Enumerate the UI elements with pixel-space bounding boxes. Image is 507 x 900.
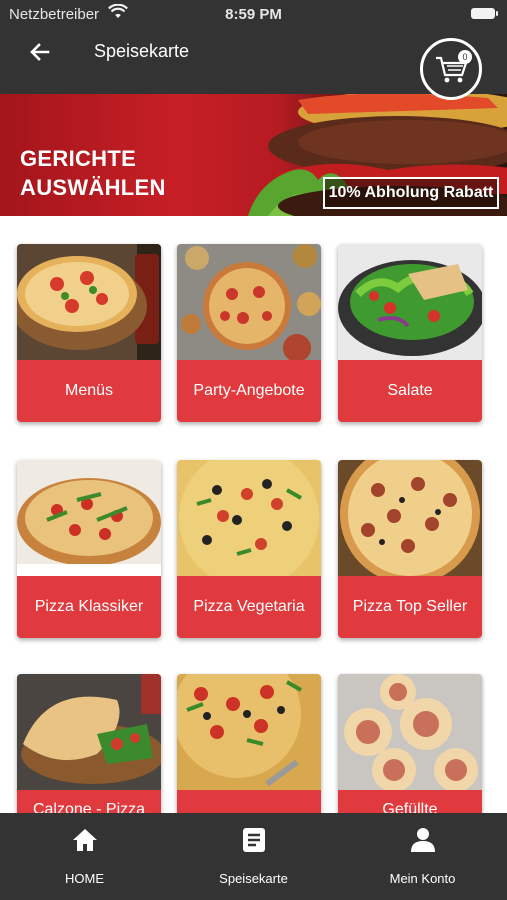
user-icon — [411, 828, 435, 852]
category-label: Pizza Vegetaria — [177, 576, 321, 638]
category-tile-salate[interactable]: Salate — [338, 244, 482, 422]
category-tile-pizza-klassiker[interactable]: Pizza Klassiker — [17, 460, 161, 638]
nav-home[interactable]: HOME — [0, 813, 169, 900]
category-label: Pizza Klassiker — [17, 576, 161, 638]
party-food-image — [177, 244, 321, 360]
category-label: Party-Angebote — [177, 360, 321, 422]
pizza-olives-image — [177, 674, 321, 790]
category-tile-party[interactable]: Party-Angebote — [177, 244, 321, 422]
cart-button[interactable]: 0 — [420, 38, 482, 100]
category-tile-pizza-top-seller[interactable]: Pizza Top Seller — [338, 460, 482, 638]
nav-mein-konto[interactable]: Mein Konto — [338, 813, 507, 900]
back-button[interactable] — [26, 38, 54, 66]
category-grid: Menüs Party-Angebote Salate Pizza Klassi… — [0, 216, 507, 852]
status-bar: Netzbetreiber 8:59 PM — [0, 0, 507, 28]
battery-icon — [471, 8, 498, 19]
calzone-image — [17, 674, 161, 790]
nav-mein-konto-label: Mein Konto — [389, 871, 456, 886]
page-title: Speisekarte — [94, 41, 190, 61]
home-icon — [73, 829, 97, 851]
clock: 8:59 PM — [225, 6, 282, 23]
banner-title: GERICHTE AUSWÄHLEN — [20, 146, 166, 200]
nav-home-label: HOME — [65, 871, 104, 886]
filled-rolls-image — [338, 674, 482, 790]
nav-speisekarte-label: Speisekarte — [219, 871, 288, 886]
pizza-salami-image — [338, 460, 482, 576]
category-label: Salate — [338, 360, 482, 422]
pizza-with-drink-image — [17, 244, 161, 360]
salad-image — [338, 244, 482, 360]
menu-book-icon — [243, 828, 265, 852]
pizza-classic-image — [17, 460, 161, 576]
cart-count-badge: 0 — [458, 50, 472, 64]
app-screen: Netzbetreiber 8:59 PM Speisekarte GERICH… — [0, 0, 507, 900]
discount-badge: 10% Abholung Rabatt — [323, 177, 499, 209]
pizza-vegetarian-image — [177, 460, 321, 576]
category-label: Menüs — [17, 360, 161, 422]
arrow-left-icon — [30, 43, 50, 61]
category-label: Pizza Top Seller — [338, 576, 482, 638]
bottom-navigation: HOME Speisekarte Mein Konto — [0, 813, 507, 900]
category-tile-menus[interactable]: Menüs — [17, 244, 161, 422]
category-tile-pizza-vegetaria[interactable]: Pizza Vegetaria — [177, 460, 321, 638]
nav-speisekarte[interactable]: Speisekarte — [169, 813, 338, 900]
